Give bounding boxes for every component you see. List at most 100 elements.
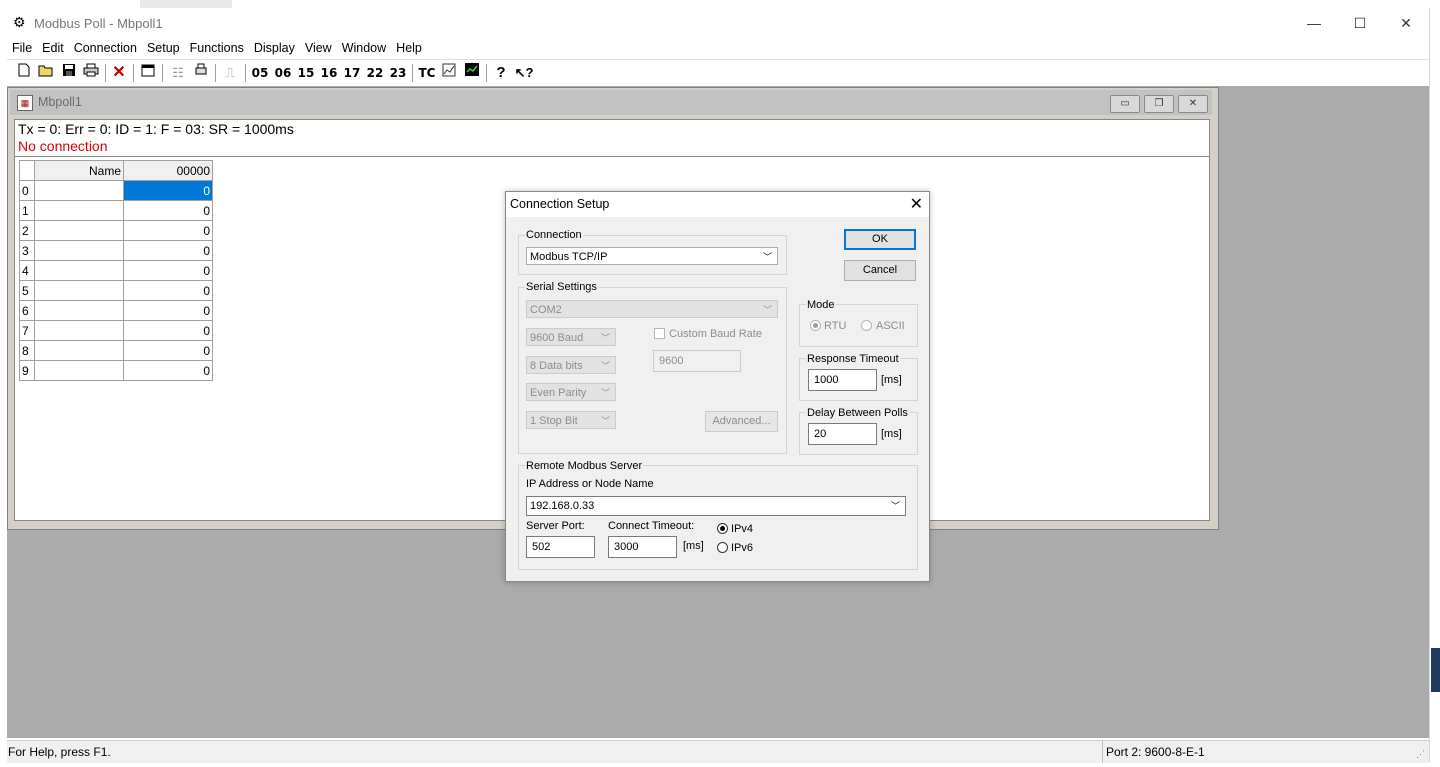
menu-setup[interactable]: Setup: [142, 38, 185, 58]
status-port-info: Port 2: 9600-8-E-1: [1102, 741, 1205, 763]
value-cell[interactable]: 0: [123, 220, 213, 241]
connection-type-select[interactable]: Modbus TCP/IP ﹀: [526, 247, 778, 265]
value-cell[interactable]: 0: [123, 300, 213, 321]
name-cell[interactable]: [34, 260, 124, 281]
window-icon[interactable]: [139, 62, 157, 84]
fc-05-button[interactable]: 05: [250, 62, 270, 84]
toolbar-separator: [215, 64, 216, 82]
pulse-icon[interactable]: ⎍: [221, 62, 239, 84]
name-cell[interactable]: [34, 360, 124, 381]
stop-bits-select[interactable]: 1 Stop Bit ﹀: [526, 411, 616, 429]
data-bits-select[interactable]: 8 Data bits ﹀: [526, 356, 616, 374]
name-column-header: Name: [34, 160, 124, 181]
response-timeout-input[interactable]: 1000: [808, 369, 877, 391]
graph-icon[interactable]: [440, 62, 458, 84]
value-cell[interactable]: 0: [123, 280, 213, 301]
server-port-input[interactable]: 502: [526, 536, 595, 558]
delay-input[interactable]: 20: [808, 423, 877, 445]
chart-icon[interactable]: [463, 62, 481, 84]
fc-17-button[interactable]: 17: [342, 62, 362, 84]
help-icon[interactable]: ?: [492, 62, 510, 84]
ascii-label: ASCII: [876, 320, 905, 332]
save-icon[interactable]: [60, 62, 78, 84]
connect-timeout-input[interactable]: 3000: [608, 536, 677, 558]
name-cell[interactable]: [34, 220, 124, 241]
row-header: 9: [19, 360, 35, 381]
dialog-close-icon[interactable]: ✕: [910, 194, 923, 214]
name-cell[interactable]: [34, 300, 124, 321]
ip-address-label: IP Address or Node Name: [526, 478, 654, 490]
fc-15-button[interactable]: 15: [296, 62, 316, 84]
value-cell[interactable]: 0: [123, 360, 213, 381]
minimize-button[interactable]: —: [1291, 8, 1337, 38]
fc-23-button[interactable]: 23: [388, 62, 408, 84]
child-minimize-button[interactable]: ▭: [1110, 95, 1140, 113]
table-row: 20: [19, 220, 213, 241]
menu-functions[interactable]: Functions: [185, 38, 249, 58]
ipv6-radio[interactable]: [717, 542, 728, 553]
ip-address-input[interactable]: 192.168.0.33 ﹀: [526, 496, 906, 516]
value-cell[interactable]: 0: [123, 260, 213, 281]
custom-baud-input[interactable]: 9600: [653, 350, 741, 372]
ok-button[interactable]: OK: [844, 229, 916, 250]
menu-connection[interactable]: Connection: [69, 38, 142, 58]
menu-display[interactable]: Display: [249, 38, 300, 58]
name-cell[interactable]: [34, 200, 124, 221]
close-button[interactable]: ✕: [1383, 8, 1429, 38]
value-cell[interactable]: 0: [123, 240, 213, 261]
menu-window[interactable]: Window: [337, 38, 391, 58]
name-cell[interactable]: [34, 280, 124, 301]
advanced-button[interactable]: Advanced...: [705, 411, 778, 432]
chevron-down-icon: ﹀: [600, 388, 610, 398]
ipv4-label: IPv4: [731, 523, 754, 535]
tc-button[interactable]: TC: [416, 62, 438, 84]
menu-file[interactable]: File: [7, 38, 37, 58]
child-close-button[interactable]: ✕: [1178, 95, 1208, 113]
name-cell[interactable]: [34, 320, 124, 341]
name-cell[interactable]: [34, 240, 124, 261]
table-row: 30: [19, 240, 213, 261]
disconnect-icon[interactable]: ✕: [110, 62, 128, 84]
parity-select[interactable]: Even Parity ﹀: [526, 383, 616, 401]
context-help-icon[interactable]: ↖?: [514, 62, 534, 84]
menu-edit[interactable]: Edit: [37, 38, 69, 58]
chevron-down-icon: ﹀: [762, 252, 772, 262]
name-cell[interactable]: [34, 340, 124, 361]
fc-16-button[interactable]: 16: [319, 62, 339, 84]
com-port-select[interactable]: COM2 ﹀: [526, 300, 778, 318]
print-icon[interactable]: [82, 62, 100, 84]
open-folder-icon[interactable]: [37, 62, 55, 84]
grid-header: Name 00000: [19, 160, 213, 181]
maximize-button[interactable]: ☐: [1337, 8, 1383, 38]
value-cell[interactable]: 0: [123, 200, 213, 221]
menu-view[interactable]: View: [300, 38, 337, 58]
monitor-icon[interactable]: ☷: [169, 62, 187, 84]
com-port-value: COM2: [530, 304, 562, 316]
menu-help[interactable]: Help: [391, 38, 427, 58]
document-icon: ▦: [17, 95, 33, 111]
dialog-title: Connection Setup: [510, 197, 610, 211]
ipv4-radio[interactable]: [717, 523, 728, 534]
custom-baud-checkbox[interactable]: [654, 328, 665, 339]
resize-grip-icon[interactable]: ⋰: [1416, 749, 1425, 760]
rtu-radio[interactable]: [810, 320, 821, 331]
baud-select[interactable]: 9600 Baud ﹀: [526, 328, 616, 346]
child-title-bar: ▦ Mbpoll1 ▭ ❐ ✕: [10, 90, 1212, 115]
table-row: 50: [19, 280, 213, 301]
fc-22-button[interactable]: 22: [365, 62, 385, 84]
new-file-icon[interactable]: [15, 62, 33, 84]
cancel-button[interactable]: Cancel: [844, 260, 916, 281]
value-cell[interactable]: 0: [123, 180, 213, 201]
row-header: 5: [19, 280, 35, 301]
connection-group-label: Connection: [525, 229, 583, 241]
data-bits-value: 8 Data bits: [530, 360, 583, 372]
child-restore-button[interactable]: ❐: [1144, 95, 1174, 113]
name-cell[interactable]: [34, 180, 124, 201]
connect-timeout-label: Connect Timeout:: [608, 520, 695, 532]
value-cell[interactable]: 0: [123, 340, 213, 361]
baud-value: 9600 Baud: [530, 332, 584, 344]
ascii-radio[interactable]: [861, 320, 872, 331]
printer-alt-icon[interactable]: [192, 62, 210, 84]
value-cell[interactable]: 0: [123, 320, 213, 341]
fc-06-button[interactable]: 06: [273, 62, 293, 84]
